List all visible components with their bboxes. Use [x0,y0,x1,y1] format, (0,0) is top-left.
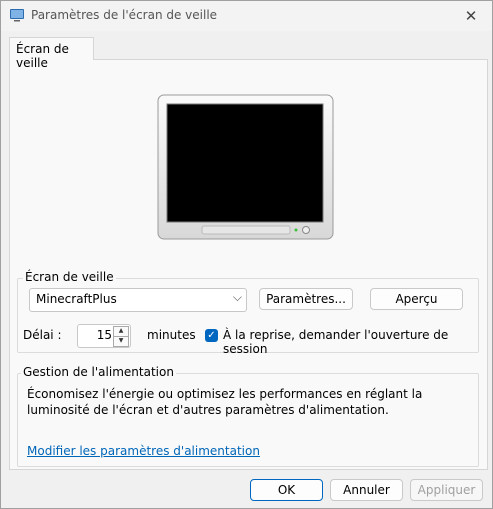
delay-value[interactable]: 15 [97,328,112,342]
screensaver-select[interactable]: MinecraftPlus ⌵ [29,288,247,312]
window-title: Paramètres de l'écran de veille [31,8,218,22]
settings-button[interactable]: Paramètres... [259,288,353,310]
power-description: Économisez l'énergie ou optimisez les pe… [27,387,423,417]
apply-button[interactable]: Appliquer [410,479,483,501]
tab-label: Écran de veille [16,42,69,70]
power-settings-link[interactable]: Modifier les paramètres d'alimentation [27,444,260,458]
ok-button[interactable]: OK [250,479,323,501]
tab-screensaver[interactable]: Écran de veille [9,37,94,70]
dialog-window: Paramètres de l'écran de veille ✕ Écran … [0,0,493,509]
delay-label: Délai : [23,328,62,342]
power-group-label: Gestion de l'alimentation [21,365,176,379]
chevron-down-icon[interactable]: ⌵ [233,290,242,305]
resume-checkbox[interactable]: ✓ [205,329,218,342]
stepper-down-icon[interactable]: ▼ [113,336,129,347]
minutes-label: minutes [147,328,196,342]
screensaver-select-value: MinecraftPlus [36,292,117,306]
close-icon[interactable]: ✕ [456,3,486,29]
tab-panel: Écran de veille MinecraftPlus ⌵ Paramètr… [9,59,488,470]
screensaver-group-label: Écran de veille [23,270,116,284]
title-bar: Paramètres de l'écran de veille ✕ [1,1,492,31]
screensaver-app-icon [10,9,24,22]
resume-checkbox-label[interactable]: À la reprise, demander l'ouverture de se… [223,328,487,356]
monitor-preview [157,94,334,240]
delay-stepper[interactable]: 15 ▲ ▼ [77,324,131,348]
cancel-button[interactable]: Annuler [330,479,403,501]
preview-button[interactable]: Aperçu [370,288,463,310]
